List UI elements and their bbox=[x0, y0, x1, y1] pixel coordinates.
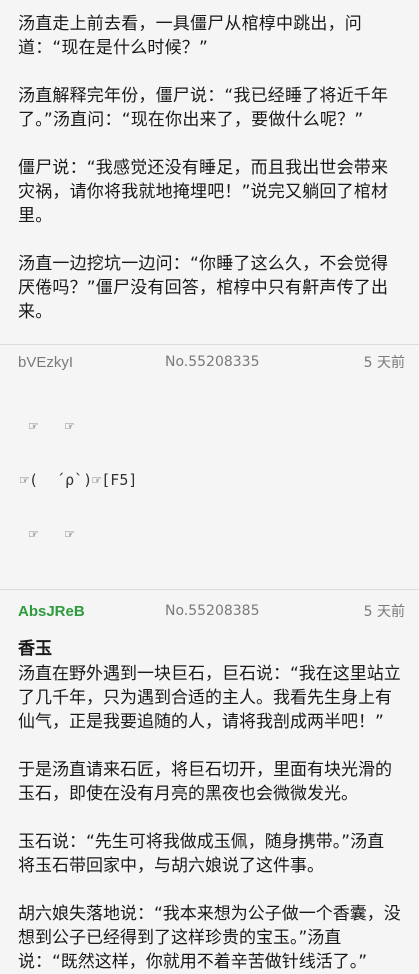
reply-user-id[interactable]: bVEzkyI bbox=[18, 354, 163, 371]
reply-body: 汤直在野外遇到一块巨石，巨石说：“我在这里站立了几千年，只为遇到合适的主人。我看… bbox=[0, 660, 419, 974]
kaomoji-line: ☞( ´ρ`)☞[F5] bbox=[20, 471, 138, 489]
story-paragraph: 汤直解释完年份，僵尸说：“我已经睡了将近千年了。”汤直问：“现在你出来了，要做什… bbox=[18, 86, 389, 130]
story-body: 汤直走上前去看，一具僵尸从棺椁中跳出，问道：“现在是什么时候？” 汤直解释完年份… bbox=[0, 0, 419, 344]
reply-title: 香玉 bbox=[18, 639, 52, 659]
reply-kaomoji: ☞ ☞ ☞( ´ρ`)☞[F5] ☞ ☞ bbox=[0, 379, 419, 579]
reply-number[interactable]: No.55208335 bbox=[163, 354, 364, 370]
story-post: 汤直走上前去看，一具僵尸从棺椁中跳出，问道：“现在是什么时候？” 汤直解释完年份… bbox=[0, 0, 419, 344]
reply-paragraph: 于是汤直请来石匠，将巨石切开，里面有块光滑的玉石，即使在没有月亮的黑夜也会微微发… bbox=[18, 760, 392, 804]
kaomoji-line: ☞ ☞ bbox=[20, 525, 75, 543]
story-paragraph: 汤直一边挖坑一边问：“你睡了这么久，不会觉得厌倦吗？”僵尸没有回答，棺椁中只有鼾… bbox=[18, 254, 389, 322]
divider bbox=[0, 589, 419, 590]
reply-user-id-op[interactable]: AbsJReB bbox=[18, 603, 163, 620]
reply-time: 5 天前 bbox=[363, 355, 405, 371]
reply-paragraph: 胡六娘失落地说：“我本来想为公子做一个香囊，没想到公子已经得到了这样珍贵的宝玉。… bbox=[18, 904, 401, 972]
kaomoji-line: ☞ ☞ bbox=[20, 417, 75, 435]
reply-item[interactable]: AbsJReB No.55208385 5 天前 香玉 汤直在野外遇到一块巨石，… bbox=[0, 594, 419, 974]
reply-paragraph: 汤直在野外遇到一块巨石，巨石说：“我在这里站立了几千年，只为遇到合适的主人。我看… bbox=[18, 664, 401, 732]
story-paragraph: 汤直走上前去看，一具僵尸从棺椁中跳出，问道：“现在是什么时候？” bbox=[18, 14, 362, 58]
reply-number[interactable]: No.55208385 bbox=[163, 603, 364, 619]
reply-header: AbsJReB No.55208385 5 天前 bbox=[0, 594, 419, 628]
reply-item[interactable]: bVEzkyI No.55208335 5 天前 ☞ ☞ ☞( ´ρ`)☞[F5… bbox=[0, 345, 419, 589]
reply-time: 5 天前 bbox=[363, 604, 405, 620]
reply-header: bVEzkyI No.55208335 5 天前 bbox=[0, 345, 419, 379]
reply-paragraph: 玉石说：“先生可将我做成玉佩，随身携带。”汤直将玉石带回家中，与胡六娘说了这件事… bbox=[18, 832, 385, 876]
story-paragraph: 僵尸说：“我感觉还没有睡足，而且我出世会带来灾祸，请你将我就地掩埋吧！”说完又躺… bbox=[18, 158, 389, 226]
